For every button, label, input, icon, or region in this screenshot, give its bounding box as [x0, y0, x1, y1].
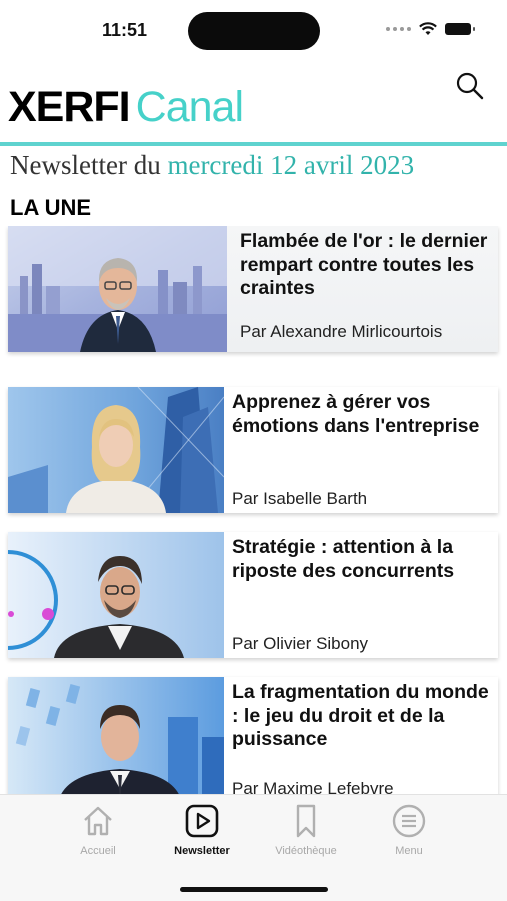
wifi-icon — [419, 22, 437, 35]
article-thumbnail — [8, 226, 227, 352]
article-author: Par Alexandre Mirlicourtois — [240, 322, 443, 341]
menu-icon — [392, 804, 426, 838]
home-icon — [84, 806, 112, 836]
article-card[interactable]: Flambée de l'or : le dernier rempart con… — [8, 226, 498, 352]
logo-text-canal: Canal — [135, 83, 244, 131]
article-title[interactable]: La fragmentation du monde : le jeu du dr… — [232, 681, 492, 752]
article-list[interactable]: Flambée de l'or : le dernier rempart con… — [0, 226, 507, 794]
app-header: XERFI Canal — [0, 62, 507, 146]
bookmark-icon — [296, 804, 316, 838]
article-text: La fragmentation du monde : le jeu du dr… — [232, 681, 492, 752]
tab-label: Menu — [395, 845, 423, 857]
battery-icon — [445, 23, 475, 35]
article-card[interactable]: Stratégie : attention à la riposte des c… — [8, 532, 498, 658]
section-title: LA UNE — [10, 195, 92, 220]
newsletter-date: mercredi 12 avril 2023 — [167, 150, 415, 180]
article-thumbnail — [8, 387, 224, 513]
home-indicator[interactable] — [180, 887, 328, 892]
tab-newsletter[interactable]: Newsletter — [154, 803, 250, 867]
tab-videotheque[interactable]: Vidéothèque — [258, 803, 354, 867]
cellular-signal-icon — [386, 27, 411, 31]
status-icons — [386, 22, 475, 36]
article-title[interactable]: Apprenez à gérer vos émotions dans l'ent… — [232, 391, 492, 438]
newsletter-prefix: Newsletter du — [10, 150, 161, 180]
article-thumbnail — [8, 677, 224, 794]
tab-bar: Accueil Newsletter Vidéothèque Menu — [0, 794, 507, 901]
tab-menu[interactable]: Menu — [361, 803, 457, 867]
tab-label: Newsletter — [174, 845, 230, 857]
article-author: Par Maxime Lefebvre — [232, 779, 394, 794]
header-divider — [0, 142, 507, 146]
dynamic-island — [188, 12, 320, 50]
tab-label: Vidéothèque — [275, 845, 337, 857]
logo-text-xerfi: XERFI — [8, 83, 131, 131]
article-title[interactable]: Flambée de l'or : le dernier rempart con… — [240, 230, 492, 301]
newsletter-title: Newsletter du mercredi 12 avril 2023 — [10, 150, 414, 181]
article-author: Par Isabelle Barth — [232, 489, 368, 508]
article-text: Flambée de l'or : le dernier rempart con… — [240, 230, 492, 301]
tab-label: Accueil — [80, 845, 116, 857]
play-square-icon — [185, 804, 219, 838]
status-bar: 11:51 — [0, 0, 507, 62]
article-author: Par Olivier Sibony — [232, 634, 369, 653]
article-text: Stratégie : attention à la riposte des c… — [232, 536, 492, 583]
article-text: Apprenez à gérer vos émotions dans l'ent… — [232, 391, 492, 438]
article-card[interactable]: La fragmentation du monde : le jeu du dr… — [8, 677, 498, 794]
article-title[interactable]: Stratégie : attention à la riposte des c… — [232, 536, 492, 583]
status-time: 11:51 — [102, 20, 148, 40]
xerfi-canal-logo[interactable]: XERFI Canal — [8, 83, 244, 131]
search-icon — [456, 72, 484, 100]
article-thumbnail — [8, 532, 224, 658]
article-card[interactable]: Apprenez à gérer vos émotions dans l'ent… — [8, 387, 498, 513]
search-button[interactable] — [454, 70, 486, 102]
tab-accueil[interactable]: Accueil — [50, 803, 146, 867]
